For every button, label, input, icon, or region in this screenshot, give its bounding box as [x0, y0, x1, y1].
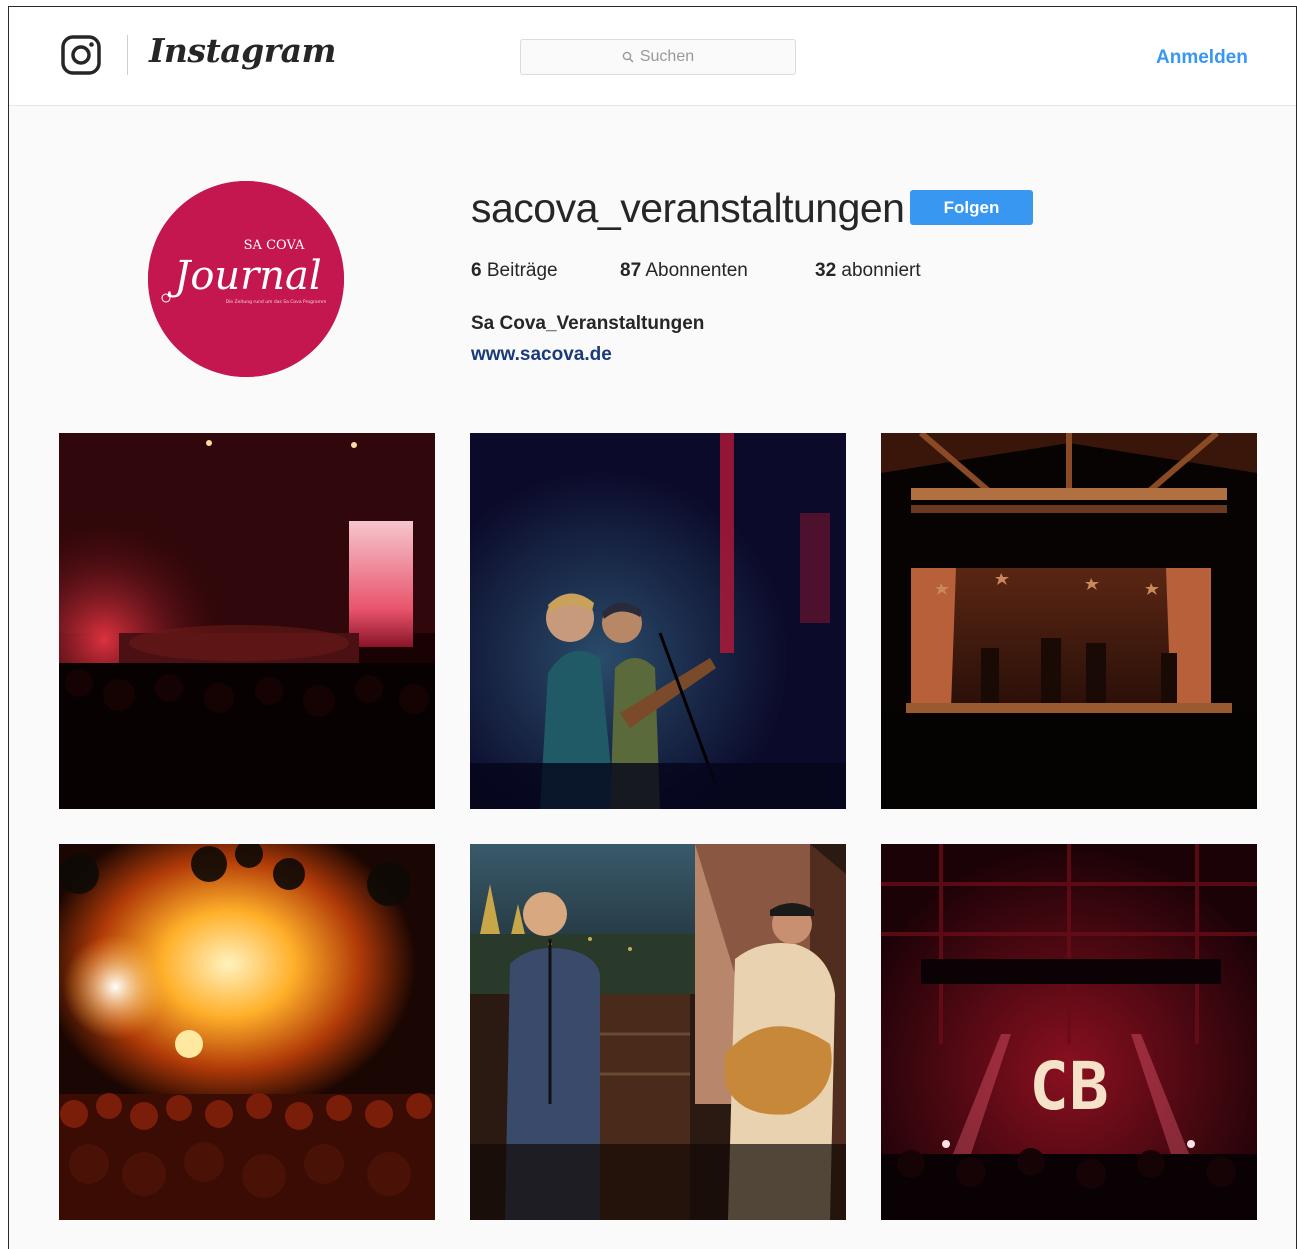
post-image-4 — [59, 844, 435, 1220]
profile-username: sacova_veranstaltungen — [471, 185, 905, 231]
avatar-tagline: Die Zeitung rund um das Sa Cova Programm — [226, 299, 327, 305]
search-icon — [622, 51, 634, 63]
stat-posts-label: Beiträge — [486, 260, 558, 281]
header-divider — [127, 35, 128, 75]
profile-website-link[interactable]: www.sacova.de — [471, 344, 612, 366]
stat-following[interactable]: 32 abonniert — [815, 260, 921, 282]
search-input[interactable]: Suchen — [520, 39, 796, 75]
post-image-2 — [470, 433, 846, 809]
instagram-wordmark[interactable]: Instagram — [149, 31, 336, 70]
profile-full-name: Sa Cova_Veranstaltungen — [471, 313, 705, 334]
post-thumbnail-3[interactable] — [881, 433, 1257, 809]
stat-followers-count: 87 — [620, 260, 642, 281]
stat-followers[interactable]: 87 Abonnenten — [620, 260, 748, 282]
browser-frame: Instagram Suchen Anmelden SA COVA Journa… — [8, 6, 1297, 1249]
post-image-5 — [470, 844, 846, 1220]
stat-posts: 6 Beiträge — [471, 260, 558, 282]
post-thumbnail-4[interactable] — [59, 844, 435, 1220]
stat-posts-count: 6 — [471, 260, 482, 281]
post-thumbnail-6[interactable]: CB — [881, 844, 1257, 1220]
stat-following-label: abonniert — [841, 260, 921, 281]
post-thumbnail-1[interactable] — [59, 433, 435, 809]
stat-followers-label: Abonnenten — [645, 260, 748, 281]
follow-button[interactable]: Folgen — [910, 190, 1033, 225]
login-link[interactable]: Anmelden — [1156, 47, 1248, 69]
stat-following-count: 32 — [815, 260, 837, 281]
post-thumbnail-5[interactable] — [470, 844, 846, 1220]
top-navigation-bar: Instagram Suchen Anmelden — [9, 7, 1296, 106]
post-image-6: CB — [881, 844, 1257, 1220]
instagram-camera-icon[interactable] — [61, 35, 101, 75]
search-placeholder: Suchen — [639, 48, 695, 65]
post-image-3 — [881, 433, 1257, 809]
avatar-line-sa-cova: SA COVA — [244, 238, 305, 253]
post-image-1 — [59, 433, 435, 809]
post-6-cb-sign: CB — [1029, 1048, 1108, 1125]
avatar-line-journal: Journal — [167, 253, 321, 299]
post-thumbnail-2[interactable] — [470, 433, 846, 809]
profile-avatar[interactable]: SA COVA Journal Die Zeitung rund um das … — [148, 181, 344, 377]
